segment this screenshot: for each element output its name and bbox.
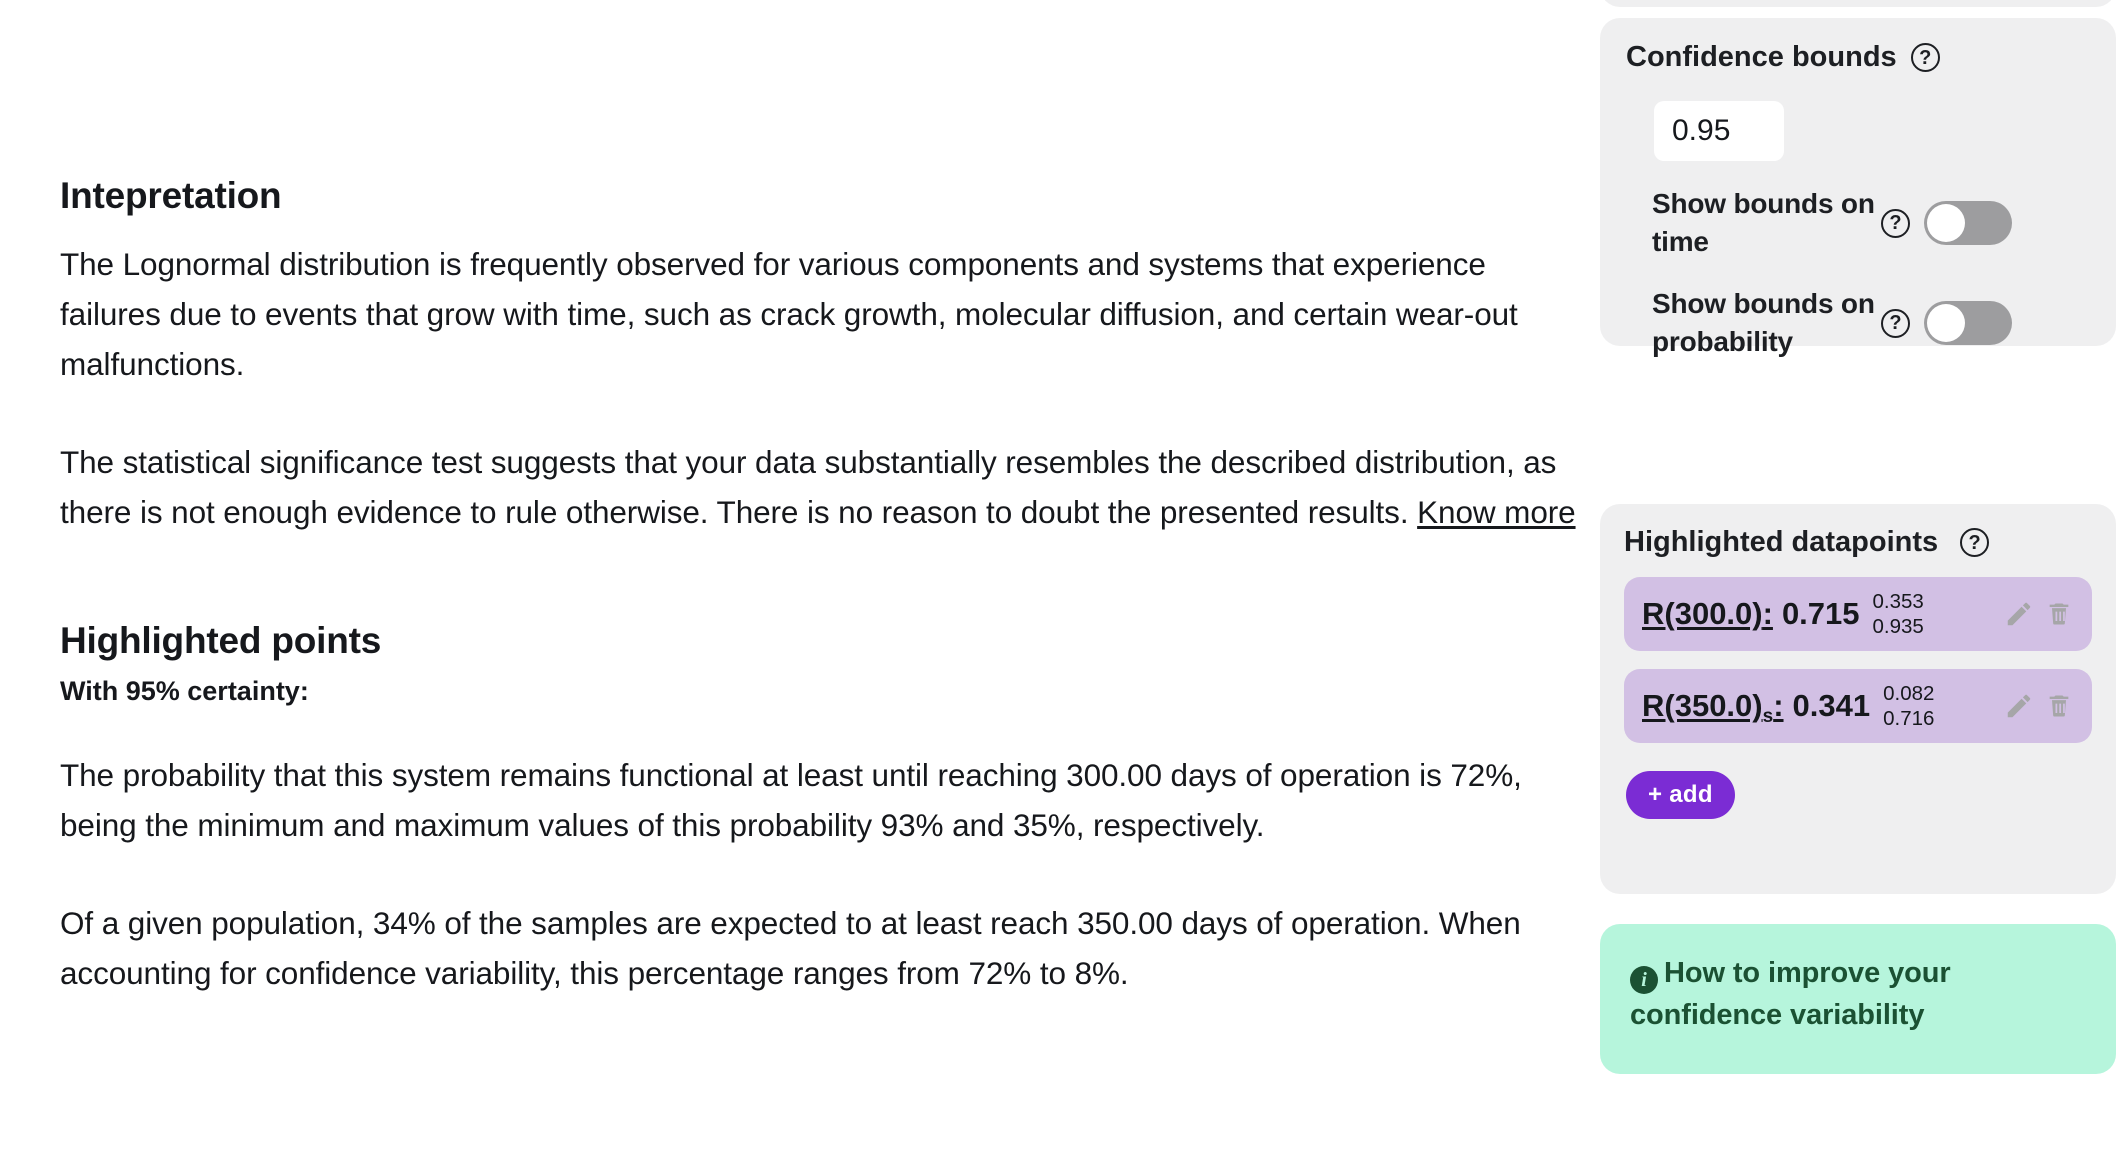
- highlighted-datapoints-title: Highlighted datapoints: [1624, 526, 1939, 558]
- settings-sidebar: Confidence bounds ? Show bounds on time …: [1600, 0, 2126, 1170]
- trash-icon[interactable]: [2042, 597, 2076, 631]
- show-bounds-on-probability-label: Show bounds on probability: [1652, 288, 1875, 357]
- datapoint-label[interactable]: R(300.0):: [1642, 596, 1773, 632]
- pencil-icon[interactable]: [2002, 689, 2036, 723]
- datapoint-label-base: R(350.0): [1642, 688, 1763, 723]
- datapoint-upper-bound: 0.716: [1883, 707, 1935, 730]
- confidence-bounds-header: Confidence bounds ?: [1626, 41, 2090, 74]
- highlighted-points-paragraph-1: The probability that this system remains…: [60, 757, 1522, 843]
- show-bounds-on-time-label: Show bounds on time: [1652, 188, 1875, 257]
- datapoint-label-subscript: s: [1762, 706, 1774, 727]
- interpretation-paragraph-2: The statistical significance test sugges…: [60, 437, 1580, 537]
- help-icon[interactable]: ?: [1960, 528, 1990, 557]
- toggle-row-show-bounds-on-time: Show bounds on time ?: [1626, 185, 2090, 261]
- datapoint-row[interactable]: R(350.0)s: 0.341 0.082 0.716: [1624, 669, 2092, 743]
- datapoint-lower-bound: 0.353: [1872, 590, 1924, 613]
- certainty-label: With 95% certainty:: [60, 676, 309, 706]
- datapoint-upper-bound: 0.935: [1872, 615, 1924, 638]
- confidence-bounds-card: Confidence bounds ? Show bounds on time …: [1600, 18, 2116, 357]
- datapoint-actions: [2002, 597, 2076, 631]
- datapoint-bounds: 0.353 0.935: [1873, 589, 1924, 639]
- improve-confidence-variability-card[interactable]: i How to improve your confidence variabil…: [1600, 924, 2116, 1074]
- know-more-link[interactable]: Know more: [1417, 494, 1576, 530]
- help-icon[interactable]: ?: [1881, 308, 1910, 338]
- datapoint-actions: [2002, 689, 2076, 723]
- help-icon[interactable]: ?: [1910, 43, 1940, 72]
- improve-card-text: How to improve your confidence variabili…: [1630, 957, 1951, 1031]
- datapoint-value: 0.341: [1792, 688, 1871, 723]
- show-bounds-on-time-toggle[interactable]: [1924, 201, 2012, 245]
- highlighted-points-paragraph-2: Of a given population, 34% of the sample…: [60, 905, 1521, 991]
- highlighted-datapoints-card: Highlighted datapoints ? R(300.0): 0.715…: [1600, 504, 2116, 894]
- datapoint-row[interactable]: R(300.0): 0.715 0.353 0.935: [1624, 577, 2092, 651]
- help-icon[interactable]: ?: [1881, 208, 1910, 238]
- trash-icon[interactable]: [2042, 689, 2076, 723]
- improve-card-text-wrapper: i How to improve your confidence variabil…: [1630, 952, 2086, 1036]
- interpretation-results-page: Intepretation The Lognormal distribution…: [0, 0, 2126, 1170]
- toggle-knob: [1927, 304, 1965, 342]
- confidence-bounds-input[interactable]: [1654, 101, 1784, 161]
- interpretation-paragraph-1: The Lognormal distribution is frequently…: [60, 246, 1518, 382]
- add-datapoint-button[interactable]: + add: [1626, 771, 1735, 819]
- highlighted-datapoints-header: Highlighted datapoints ?: [1624, 526, 2092, 559]
- toggle-knob: [1927, 204, 1965, 242]
- datapoint-value: 0.715: [1781, 596, 1860, 631]
- info-icon: i: [1630, 966, 1658, 994]
- previous-card-edge: [1600, 0, 2116, 7]
- pencil-icon[interactable]: [2002, 597, 2036, 631]
- datapoint-lower-bound: 0.082: [1883, 682, 1935, 705]
- datapoint-label[interactable]: R(350.0)s:: [1642, 688, 1784, 727]
- datapoint-bounds: 0.082 0.716: [1883, 681, 1934, 731]
- confidence-bounds-title: Confidence bounds: [1626, 41, 1897, 73]
- toggle-row-show-bounds-on-probability: Show bounds on probability ?: [1626, 285, 2090, 361]
- interpretation-heading: Intepretation: [60, 175, 282, 216]
- main-content-area: Intepretation The Lognormal distribution…: [0, 0, 1580, 1170]
- interpretation-paragraph-2-text: The statistical significance test sugges…: [60, 444, 1557, 530]
- show-bounds-on-probability-toggle[interactable]: [1924, 301, 2012, 345]
- datapoint-label-base: R(300.0): [1642, 596, 1763, 631]
- highlighted-points-heading: Highlighted points: [60, 620, 382, 661]
